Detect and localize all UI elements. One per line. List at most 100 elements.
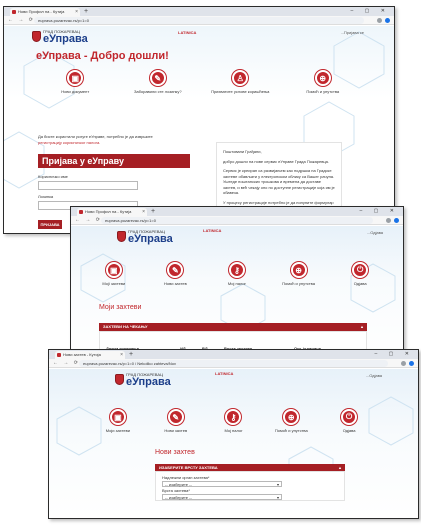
site-logo[interactable]: ГРАД ПОЖАРЕВАЦ еУправа (115, 372, 171, 388)
crest-icon (115, 374, 124, 385)
window-controls[interactable]: – ▢ ✕ (351, 7, 390, 16)
request-type-label: Врста захтева* (162, 488, 190, 493)
pencil-icon: ✎ (167, 262, 184, 278)
authority-select[interactable]: -- изаберите -- ▾ (162, 481, 282, 487)
lifebuoy-icon: ⊕ (290, 262, 307, 278)
window-controls[interactable]: – ▢ ✕ (375, 350, 414, 359)
key-icon: ⚷ (225, 409, 242, 425)
close-tab-icon[interactable]: × (120, 351, 123, 359)
window-controls[interactable]: – ▢ ✕ (360, 207, 399, 216)
quick-link-new-document[interactable]: ▣ Нови документ (45, 70, 105, 94)
info-greeting: Поштовани Грађани, (223, 149, 262, 154)
site-header: ГРАД ПОЖАРЕВАЦ еУправа LATINICA ...Одјав… (49, 369, 418, 389)
latin-script-toggle[interactable]: LATINICA (178, 30, 196, 35)
browser-tab[interactable]: Нови Профил на - Кутија × (10, 8, 80, 16)
tab-title: Нови захтев - Кутија (63, 352, 101, 357)
url-input[interactable]: euprava.pozarevac.rs/p=1=0 (34, 17, 364, 24)
nav-logout[interactable]: ⏻ Одјава (330, 262, 390, 286)
favicon-icon (57, 353, 61, 357)
browser-tab[interactable]: Нови Профил на - Кутија × (77, 208, 147, 216)
logout-link[interactable]: ...Одјава (366, 373, 382, 378)
browser-tab-bar: Нови захтев - Кутија × + – ▢ ✕ (49, 350, 418, 359)
nav-new-request[interactable]: ✎ Нови захтев (145, 262, 205, 286)
new-tab-icon[interactable]: + (151, 207, 155, 216)
site-logo[interactable]: ГРАД ПОЖАРЕВАЦ еУправа (117, 229, 173, 245)
quick-link-forgot-password[interactable]: ✎ Заборавили сте лозинку? (128, 70, 188, 94)
close-tab-icon[interactable]: × (142, 208, 145, 216)
crest-icon (32, 31, 41, 42)
page-content: ГРАД ПОЖАРЕВАЦ еУправа LATINICA ...Одјав… (71, 226, 403, 359)
request-type-select[interactable]: -- изаберите -- ▾ (162, 494, 282, 500)
nav-my-account[interactable]: ⚷ Мој налог (205, 409, 263, 433)
page-content: ГРАД ПОЖАРЕВАЦ еУправа LATINICA ...Прија… (4, 26, 394, 233)
logo-title: еУправа (43, 33, 88, 45)
document-icon: ▣ (109, 409, 126, 425)
lifebuoy-icon: ⊕ (283, 409, 300, 425)
extension-icon[interactable] (401, 361, 406, 366)
logo-title: еУправа (126, 376, 171, 388)
chevron-down-icon: ▾ (276, 495, 279, 500)
username-input[interactable] (38, 181, 138, 190)
logout-link[interactable]: ...Одјава (367, 230, 383, 235)
quick-link-help[interactable]: ⊕ Помоћ и упутства (293, 70, 353, 94)
main-nav: ▣ Мoji захтеви ✎ Нови захтев ⚷ Мој налог… (71, 262, 403, 286)
user-icon: ♙ (232, 70, 249, 86)
nav-help[interactable]: ⊕ Помоћ и упутства (262, 409, 320, 433)
main-nav: ▣ Моји захтеви ✎ Нови захтев ⚷ Мој налог… (49, 409, 418, 433)
extension-icons[interactable] (401, 361, 414, 366)
power-icon: ⏻ (341, 409, 358, 425)
login-button[interactable]: ПРИЈАВА (38, 220, 62, 229)
power-icon: ⏻ (352, 262, 369, 278)
extension-icons[interactable] (377, 18, 390, 23)
register-note: Да бисте користили услуге еУправе, потре… (38, 134, 153, 145)
tab-title: Нови Профил на - Кутија (85, 209, 132, 214)
table-header-bar: ЗАХТЕВИ НА ЧЕКАЊУ ▴ (99, 323, 367, 331)
collapse-icon[interactable]: ▴ (339, 464, 341, 471)
site-logo[interactable]: ГРАД ПОЖАРЕВАЦ еУправа (32, 29, 88, 45)
site-header: ГРАД ПОЖАРЕВАЦ еУправа LATINICA ...Прија… (4, 26, 394, 46)
password-label: Лозинка (38, 194, 54, 199)
nav-logout[interactable]: ⏻ Одјава (320, 409, 378, 433)
nav-help[interactable]: ⊕ Помоћ и упутства (269, 262, 329, 286)
lifebuoy-icon: ⊕ (314, 70, 331, 86)
document-icon: ▣ (67, 70, 84, 86)
extension-icon[interactable] (386, 218, 391, 223)
extension-icons[interactable] (386, 218, 399, 223)
extension-icon[interactable] (377, 18, 382, 23)
new-tab-icon[interactable]: + (84, 7, 88, 16)
latin-script-toggle[interactable]: LATINICA (203, 228, 221, 233)
info-paragraph: добро дошли на нове сервис еУправе Града… (223, 158, 330, 164)
screenshot-my-requests-page: Нови Профил на - Кутија × + – ▢ ✕ ← → ⟳ … (70, 206, 404, 360)
browser-tab-bar: Нови Профил на - Кутија × + – ▢ ✕ (4, 7, 394, 16)
page-title: Моји захтеви (99, 304, 142, 311)
login-link[interactable]: ...Пријава сe (341, 30, 364, 35)
address-bar-row: ← → ⟳ ⌂ euprava.pozarevac.rs/p=1=0 / Nek… (49, 359, 418, 368)
profile-icon[interactable] (394, 218, 399, 223)
info-paragraph: Сервис је креиран са развијањем као подр… (223, 168, 335, 195)
profile-icon[interactable] (385, 18, 390, 23)
collapse-icon[interactable]: ▴ (361, 323, 363, 331)
profile-icon[interactable] (409, 361, 414, 366)
new-tab-icon[interactable]: + (129, 350, 133, 359)
crest-icon (117, 231, 126, 242)
page-title: Нови захтев (155, 449, 195, 456)
page-content: ГРАД ПОЖАРЕВАЦ еУправа LATINICA ...Одјав… (49, 369, 418, 518)
nav-new-request[interactable]: ✎ Нови захтев (147, 409, 205, 433)
register-link[interactable]: регистрацију корисничког налога. (38, 140, 100, 145)
site-header: ГРАД ПОЖАРЕВАЦ еУправа LATINICA ...Одјав… (71, 226, 403, 246)
nav-my-account[interactable]: ⚷ Мој налог (207, 262, 267, 286)
nav-my-requests[interactable]: ▣ Моји захтеви (89, 409, 147, 433)
close-tab-icon[interactable]: × (75, 8, 78, 16)
url-input[interactable]: euprava.pozarevac.rs/p=1=0 (101, 217, 373, 224)
nav-my-requests[interactable]: ▣ Мoji захтеви (84, 262, 144, 286)
quick-link-terms[interactable]: ♙ Прихватите услове коришћења (210, 70, 270, 94)
username-label: Корисничко име (38, 174, 68, 179)
url-input[interactable]: euprava.pozarevac.rs/p=1=0 / Nekoliko za… (79, 360, 388, 367)
browser-tab-bar: Нови Профил на - Кутија × + – ▢ ✕ (71, 207, 403, 216)
latin-script-toggle[interactable]: LATINICA (215, 371, 233, 376)
quick-links: ▣ Нови документ ✎ Заборавили сте лозинку… (4, 70, 394, 94)
browser-tab[interactable]: Нови захтев - Кутија × (55, 351, 125, 359)
welcome-title: еУправа - Добро дошли! (36, 50, 169, 62)
screenshot-login-page: Нови Профил на - Кутија × + – ▢ ✕ ← → ⟳ … (3, 6, 395, 234)
chevron-down-icon: ▾ (276, 482, 279, 487)
